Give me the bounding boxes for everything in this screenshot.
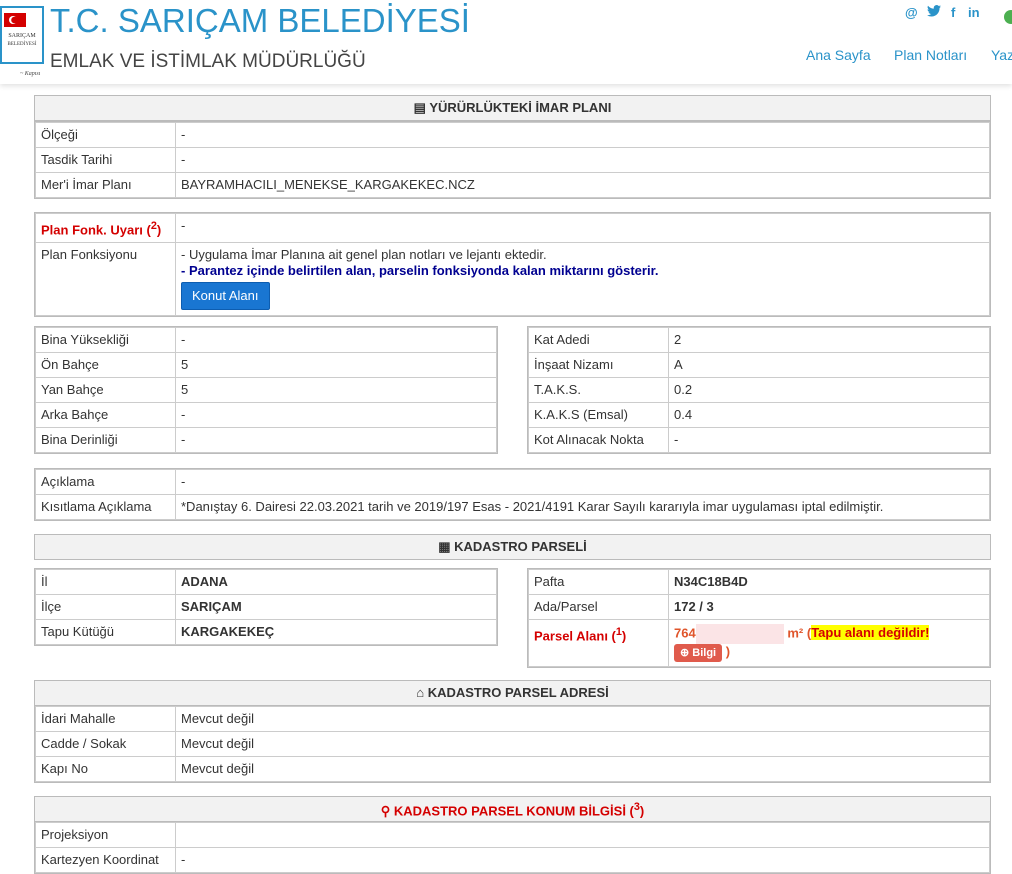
site-subtitle: EMLAK VE İSTİMLAK MÜDÜRLÜĞÜ [50, 51, 366, 72]
table-row: İlçe SARIÇAM [35, 594, 497, 620]
status-dot-icon [1004, 10, 1012, 24]
plan-fonk-uyari-label: Plan Fonk. Uyarı (2) [35, 212, 176, 244]
plan-note-parantez: - Parantez içinde belirtilen alan, parse… [181, 263, 659, 279]
table-row: Kot Alınacak Nokta - [528, 427, 990, 453]
email-icon[interactable]: @ [905, 5, 918, 20]
list-icon: ▤ [413, 100, 430, 115]
parsel-adresi-heading: ⌂ KADASTRO PARSEL ADRESİ [34, 680, 991, 706]
info-globe-icon: ⊕ [680, 647, 693, 659]
table-row: T.A.K.S. 0.2 [528, 377, 990, 403]
table-row: Açıklama - [35, 469, 990, 495]
table-row: K.A.K.S (Emsal) 0.4 [528, 402, 990, 428]
nav-yazdir[interactable]: Yaz [991, 47, 1012, 63]
table-row: İl ADANA [35, 569, 497, 595]
konut-alani-button[interactable]: Konut Alanı [181, 282, 270, 311]
table-row: Mer'i İmar Planı BAYRAMHACILI_MENEKSE_KAR… [35, 172, 990, 198]
twitter-icon[interactable] [927, 5, 941, 20]
table-row: Kartezyen Koordinat - [35, 847, 990, 873]
parsel-alani-value: 764 m² (Tapu alanı değildir! ⊕ Bilgi ) [668, 619, 990, 667]
tapu-warning: Tapu alanı değildir! [811, 625, 930, 641]
table-row: Bina Derinliği - [35, 427, 497, 453]
table-row: Cadde / Sokak Mevcut değil [35, 731, 990, 757]
table-row: Tapu Kütüğü KARGAKEKEÇ [35, 619, 497, 645]
table-row: Kısıtlama Açıklama *Danıştay 6. Dairesi 2… [35, 494, 990, 520]
svg-text:SARIÇAM: SARIÇAM [8, 33, 36, 39]
nav-plan-notlari[interactable]: Plan Notları [894, 47, 967, 63]
parametre-table-left: Bina Yüksekliği - Ön Bahçe 5 Yan Bahçe 5 Ar… [34, 326, 498, 454]
table-row: Parsel Alanı (1) 764 m² (Tapu alanı deği… [528, 619, 990, 667]
site-title[interactable]: T.C. SARIÇAM BELEDİYESİ [50, 2, 470, 40]
table-row: Plan Fonk. Uyarı (2) - [35, 212, 990, 244]
redacted-area [695, 624, 784, 644]
table-row: Ada/Parsel 172 / 3 [528, 594, 990, 620]
svg-text:BELEDİYESİ: BELEDİYESİ [8, 41, 37, 47]
kadastro-parseli-heading: ▦ KADASTRO PARSELİ [34, 534, 991, 560]
table-row: Ön Bahçe 5 [35, 352, 497, 378]
konum-bilgisi-table: Projeksiyon Kartezyen Koordinat - [34, 821, 991, 874]
kadastro-table-right: Pafta N34C18B4D Ada/Parsel 172 / 3 Parsel … [527, 568, 991, 668]
table-row: Arka Bahçe - [35, 402, 497, 428]
table-row: Kat Adedi 2 [528, 327, 990, 353]
table-row: İdari Mahalle Mevcut değil [35, 706, 990, 732]
aciklama-table: Açıklama - Kısıtlama Açıklama *Danıştay 6.… [34, 468, 991, 521]
kadastro-table-left: İl ADANA İlçe SARIÇAM Tapu Kütüğü KARGAKEKE… [34, 568, 498, 646]
map-marker-icon: ⚲ [380, 803, 394, 819]
linkedin-icon[interactable]: in [968, 5, 980, 20]
site-header: SARIÇAM BELEDİYESİ ~ Kapısı T.C. SARIÇAM… [0, 0, 1012, 84]
parametre-table-right: Kat Adedi 2 İnşaat Nizamı A T.A.K.S. 0.2 K.… [527, 326, 991, 454]
imar-plani-heading: ▤ YÜRÜRLÜKTEKİ İMAR PLANI [34, 95, 991, 121]
table-row: Tasdik Tarihi - [35, 147, 990, 173]
bilgi-button[interactable]: ⊕ Bilgi [674, 644, 723, 662]
plan-note-general: - Uygulama İmar Planına ait genel plan n… [181, 247, 547, 263]
grid-icon: ▦ [438, 539, 455, 554]
municipality-logo[interactable]: SARIÇAM BELEDİYESİ ~ Kapısı [0, 5, 44, 77]
imar-plani-table: Ölçeği - Tasdik Tarihi - Mer'i İmar Planı B… [34, 121, 991, 199]
table-row: Bina Yüksekliği - [35, 327, 497, 353]
table-row: Plan Fonksiyonu - Uygulama İmar Planına … [35, 242, 990, 317]
table-row: Projeksiyon [35, 822, 990, 848]
table-row: Ölçeği - [35, 122, 990, 148]
plan-fonksiyon-table: Plan Fonk. Uyarı (2) - Plan Fonksiyonu -… [34, 212, 991, 318]
table-row: Pafta N34C18B4D [528, 569, 990, 595]
table-row: İnşaat Nizamı A [528, 352, 990, 378]
svg-text:~ Kapısı: ~ Kapısı [20, 71, 41, 77]
parsel-adresi-table: İdari Mahalle Mevcut değil Cadde / Sokak M… [34, 705, 991, 783]
konum-bilgisi-heading: ⚲ KADASTRO PARSEL KONUM BİLGİSİ (3) [34, 796, 991, 822]
table-row: Yan Bahçe 5 [35, 377, 497, 403]
nav-ana-sayfa[interactable]: Ana Sayfa [806, 47, 871, 63]
home-icon: ⌂ [416, 685, 428, 700]
facebook-icon[interactable]: f [951, 5, 955, 20]
parsel-alani-label: Parsel Alanı (1) [528, 619, 669, 667]
table-row: Kapı No Mevcut değil [35, 756, 990, 782]
